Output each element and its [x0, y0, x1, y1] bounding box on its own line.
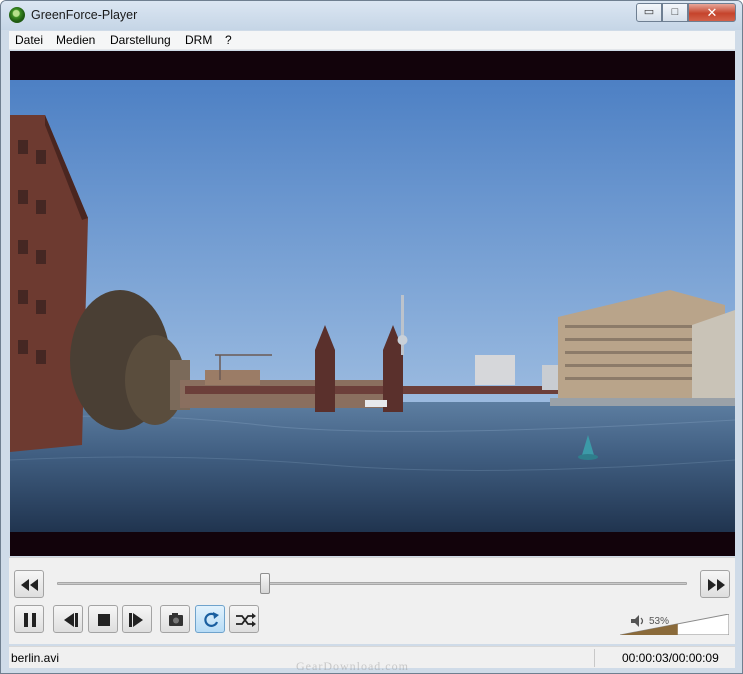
- volume-slider[interactable]: [620, 614, 729, 635]
- window-title: GreenForce-Player: [31, 8, 138, 22]
- seek-handle[interactable]: [259, 573, 270, 594]
- shuffle-button[interactable]: [229, 605, 259, 633]
- next-button[interactable]: [122, 605, 152, 633]
- repeat-button[interactable]: [195, 605, 225, 633]
- rewind-icon: [21, 579, 38, 591]
- skip-back-icon: [64, 613, 78, 627]
- menu-datei[interactable]: Datei: [15, 33, 43, 47]
- current-file-name: berlin.avi: [11, 651, 60, 665]
- playback-controls: 53%: [9, 557, 735, 644]
- previous-button[interactable]: [53, 605, 83, 633]
- menu-medien[interactable]: Medien: [56, 33, 95, 47]
- camera-icon: [169, 613, 183, 626]
- menu-help[interactable]: ?: [225, 33, 232, 47]
- maximize-button[interactable]: □: [662, 3, 688, 22]
- seek-bar[interactable]: [57, 582, 687, 585]
- video-area[interactable]: [10, 51, 735, 556]
- stop-button[interactable]: [88, 605, 118, 633]
- close-button[interactable]: ✕: [688, 3, 736, 22]
- menu-bar: Datei Medien Darstellung DRM ?: [9, 31, 735, 50]
- shuffle-icon: [236, 613, 256, 627]
- repeat-icon: [204, 612, 219, 627]
- close-icon: ✕: [706, 5, 718, 20]
- menu-darstellung[interactable]: Darstellung: [110, 33, 171, 47]
- minimize-button[interactable]: ▭: [636, 3, 662, 22]
- video-frame-image: [10, 80, 735, 532]
- title-bar[interactable]: GreenForce-Player ▭ □ ✕: [1, 1, 742, 30]
- maximize-icon: □: [671, 6, 679, 18]
- pause-button[interactable]: [14, 605, 44, 633]
- fast-forward-icon: [708, 579, 725, 591]
- fast-forward-button[interactable]: [700, 570, 730, 598]
- pause-icon: [24, 613, 36, 627]
- menu-drm[interactable]: DRM: [185, 33, 212, 47]
- minimize-icon: ▭: [643, 6, 655, 18]
- skip-forward-icon: [129, 613, 143, 627]
- status-divider: [594, 649, 595, 667]
- player-window: GreenForce-Player ▭ □ ✕ Datei Medien Dar…: [0, 0, 743, 674]
- stop-icon: [98, 614, 110, 626]
- greenforce-app-icon: [9, 7, 25, 23]
- snapshot-button[interactable]: [160, 605, 190, 633]
- rewind-button[interactable]: [14, 570, 44, 598]
- watermark: GearDownload.com: [296, 659, 409, 673]
- playback-time: 00:00:03/00:00:09: [622, 651, 719, 665]
